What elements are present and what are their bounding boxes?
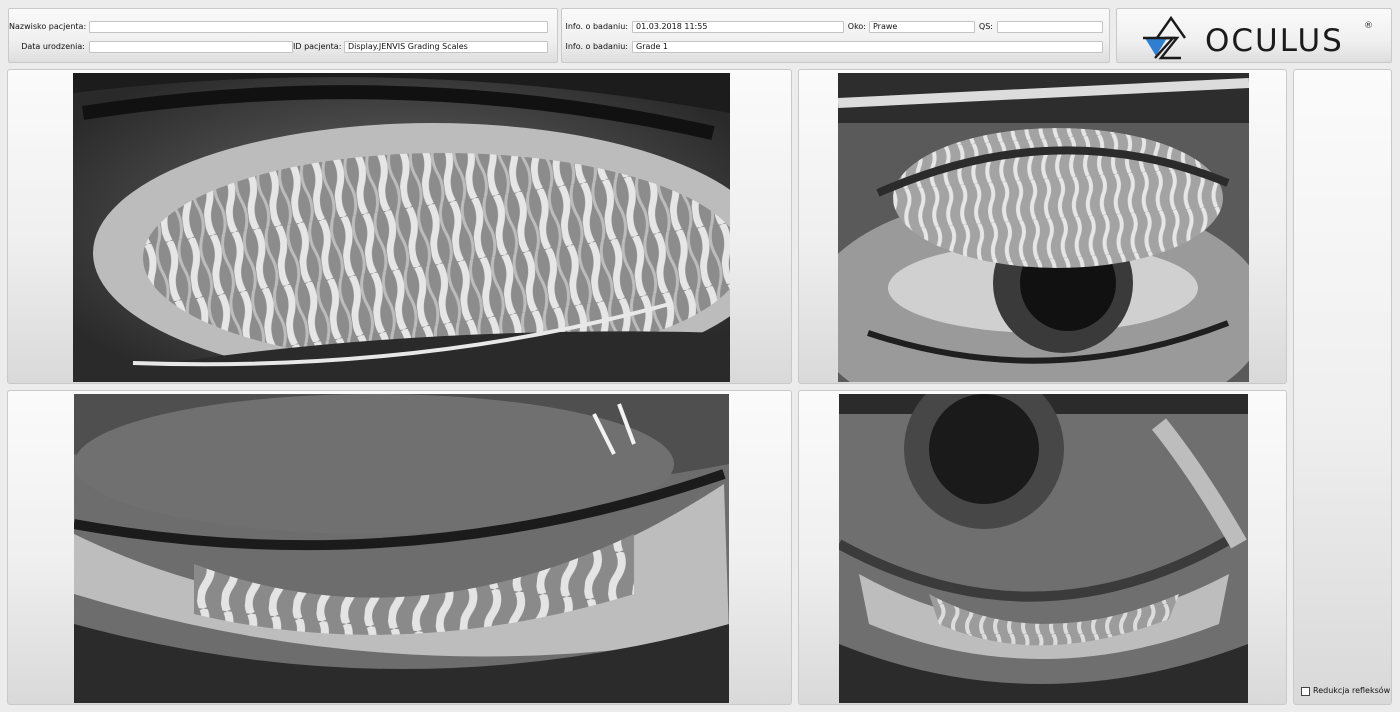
dob-field[interactable] (89, 41, 293, 53)
qs-label: QS: (978, 22, 993, 31)
patient-info-panel: Nazwisko pacjenta: Data urodzenia: ID pa… (8, 8, 558, 63)
lower-eyelid-meibography-image[interactable] (74, 394, 729, 703)
oculus-eye-logo-icon (1141, 14, 1211, 60)
exam-info-label-1: Info. o badaniu: (565, 22, 628, 31)
image-frame-top-left (7, 69, 792, 384)
surname-label: Nazwisko pacjenta: (9, 22, 87, 31)
everted-upper-eyelid-meibography-image[interactable] (73, 73, 730, 382)
reflex-reduction-label: Redukcja refleksów (1313, 686, 1391, 695)
exam-info-field-2[interactable]: Grade 1 (632, 41, 1103, 53)
exam-info-label-2: Info. o badaniu: (565, 42, 628, 51)
registered-mark: ® (1364, 21, 1373, 31)
exam-info-field-1[interactable]: 01.03.2018 11:55 (632, 21, 844, 33)
reflex-reduction-checkbox[interactable] (1301, 687, 1310, 696)
dob-label: Data urodzenia: (21, 42, 85, 51)
oculus-logo-panel: OCULUS ® (1116, 8, 1392, 63)
exam-info-panel: Info. o badaniu: 01.03.2018 11:55 Oko: P… (561, 8, 1110, 63)
upper-eyelid-everted-eye-image[interactable] (838, 73, 1249, 382)
image-frame-bottom-right (798, 390, 1287, 705)
patient-id-field[interactable]: Display.JENVIS Grading Scales (344, 41, 548, 53)
image-frame-top-right (798, 69, 1287, 384)
eye-field[interactable]: Prawe (869, 21, 975, 33)
surname-field[interactable] (89, 21, 548, 33)
eye-label: Oko: (847, 22, 866, 31)
image-frame-bottom-left (7, 390, 792, 705)
lower-eyelid-everted-eye-image[interactable] (839, 394, 1248, 703)
right-sidebar-panel: Redukcja refleksów (1293, 69, 1392, 705)
patient-id-label: ID pacjenta: (293, 42, 342, 51)
qs-field[interactable] (997, 21, 1103, 33)
oculus-brand-text: OCULUS (1205, 23, 1344, 59)
